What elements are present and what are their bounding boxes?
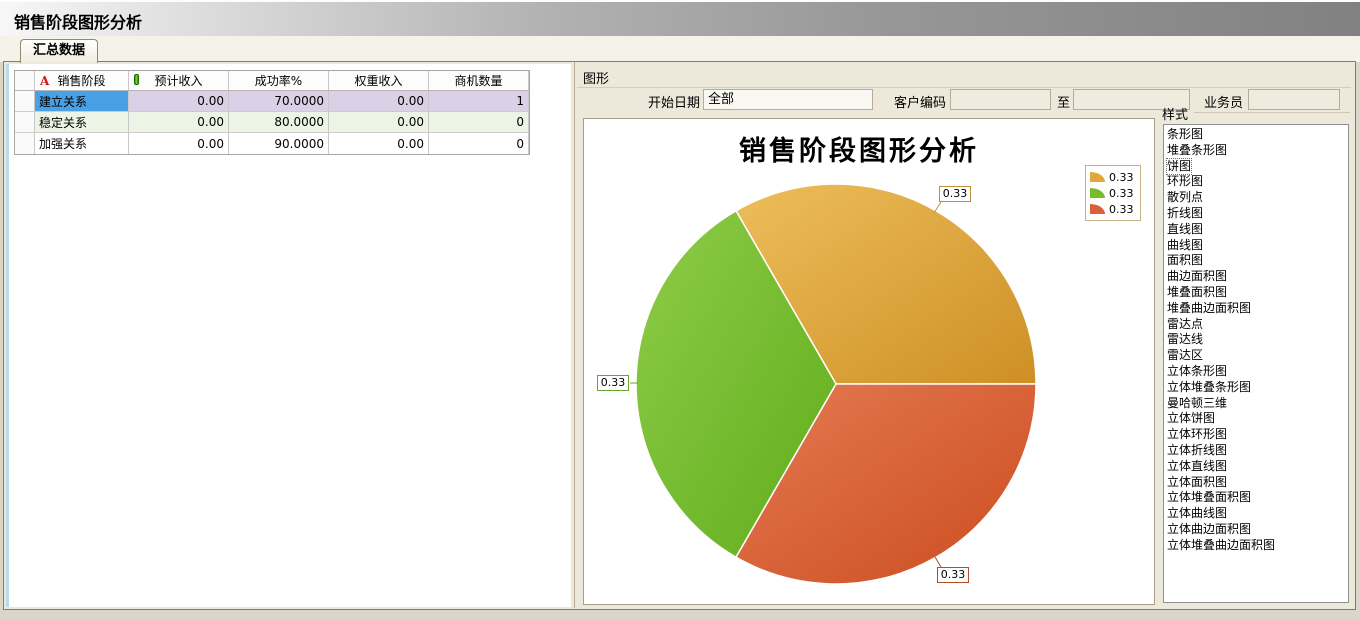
grid-header-rate-label: 成功率% <box>255 72 302 89</box>
style-item[interactable]: 折线图 <box>1165 206 1347 222</box>
summary-grid: A 销售阶段 预计收入 成功率% 权重收入 商机数量 建立关系 0.00 70.… <box>14 70 530 155</box>
style-item[interactable]: 立体堆叠曲边面积图 <box>1165 538 1347 554</box>
cell-stage[interactable]: 加强关系 <box>35 133 129 154</box>
cell-rate[interactable]: 70.0000 <box>229 91 329 111</box>
chart-area: 销售阶段图形分析 0.33 0.33 0.33 0.33 0.33 0.33 <box>583 118 1155 605</box>
grid-header-weighted-label: 权重收入 <box>354 72 402 89</box>
style-item[interactable]: 立体条形图 <box>1165 364 1347 380</box>
cell-rate[interactable]: 90.0000 <box>229 133 329 154</box>
cell-count[interactable]: 0 <box>429 133 529 154</box>
grid-header-count-label: 商机数量 <box>454 72 502 89</box>
window-title-bar: 销售阶段图形分析 <box>0 0 1360 36</box>
start-date-input[interactable]: 全部 <box>703 89 873 110</box>
style-item[interactable]: 立体堆叠条形图 <box>1165 380 1347 396</box>
cell-stage[interactable]: 建立关系 <box>35 91 129 111</box>
grid-header-expected[interactable]: 预计收入 <box>129 71 229 90</box>
tab-summary-data[interactable]: 汇总数据 <box>20 39 98 63</box>
legend-label: 0.33 <box>1109 171 1134 184</box>
page-title: 销售阶段图形分析 <box>14 9 142 33</box>
style-item[interactable]: 曲线图 <box>1165 238 1347 254</box>
style-item[interactable]: 面积图 <box>1165 253 1347 269</box>
style-item-selected[interactable]: 饼图 <box>1165 159 1347 175</box>
style-panel-title: 样式 <box>1162 104 1188 123</box>
window-bottom-edge <box>0 610 1360 619</box>
customer-code-label: 客户编码 <box>876 92 946 111</box>
legend-marker-red <box>1090 204 1105 214</box>
tab-strip: 汇总数据 <box>0 36 1360 62</box>
graph-caption-divider <box>577 87 1351 88</box>
style-item[interactable]: 立体曲线图 <box>1165 506 1347 522</box>
callout-line-red <box>935 557 941 567</box>
style-item[interactable]: 雷达线 <box>1165 332 1347 348</box>
legend-entry: 0.33 <box>1090 169 1140 185</box>
grid-header-indicator <box>15 71 35 90</box>
style-item[interactable]: 堆叠条形图 <box>1165 143 1347 159</box>
grid-header-rate[interactable]: 成功率% <box>229 71 329 90</box>
cell-count[interactable]: 1 <box>429 91 529 111</box>
row-indicator <box>15 91 35 111</box>
cell-weighted[interactable]: 0.00 <box>329 91 429 111</box>
data-label-red: 0.33 <box>937 567 969 583</box>
row-indicator <box>15 112 35 132</box>
style-item[interactable]: 曼哈顿三维 <box>1165 396 1347 412</box>
style-item[interactable]: 环形图 <box>1165 174 1347 190</box>
grid-header-stage-label: 销售阶段 <box>57 72 105 89</box>
row-indicator <box>15 133 35 154</box>
style-item[interactable]: 立体堆叠面积图 <box>1165 490 1347 506</box>
style-item[interactable]: 散列点 <box>1165 190 1347 206</box>
legend-label: 0.33 <box>1109 187 1134 200</box>
chart-title: 销售阶段图形分析 <box>634 129 1084 168</box>
filter-pill-icon <box>134 74 139 85</box>
cell-rate[interactable]: 80.0000 <box>229 112 329 132</box>
style-item[interactable]: 立体面积图 <box>1165 475 1347 491</box>
grid-header-weighted[interactable]: 权重收入 <box>329 71 429 90</box>
start-date-label: 开始日期 <box>615 92 700 111</box>
style-item[interactable]: 堆叠面积图 <box>1165 285 1347 301</box>
style-item[interactable]: 直线图 <box>1165 222 1347 238</box>
grid-header-expected-label: 预计收入 <box>154 72 202 89</box>
style-item[interactable]: 立体折线图 <box>1165 443 1347 459</box>
customer-code-input[interactable] <box>950 89 1051 110</box>
style-item[interactable]: 立体直线图 <box>1165 459 1347 475</box>
style-item[interactable]: 立体曲边面积图 <box>1165 522 1347 538</box>
table-row[interactable]: 加强关系 0.00 90.0000 0.00 0 <box>15 133 529 154</box>
style-item[interactable]: 堆叠曲边面积图 <box>1165 301 1347 317</box>
data-label-orange: 0.33 <box>939 186 971 202</box>
style-item[interactable]: 曲边面积图 <box>1165 269 1347 285</box>
to-label: 至 <box>1048 92 1070 111</box>
cell-weighted[interactable]: 0.00 <box>329 133 429 154</box>
legend-entry: 0.33 <box>1090 201 1140 217</box>
cell-count[interactable]: 0 <box>429 112 529 132</box>
style-item[interactable]: 立体环形图 <box>1165 427 1347 443</box>
style-item[interactable]: 雷达点 <box>1165 317 1347 333</box>
panel-divider <box>574 62 575 608</box>
table-row-selected[interactable]: 建立关系 0.00 70.0000 0.00 1 <box>15 91 529 112</box>
graph-panel-title: 图形 <box>583 68 609 87</box>
style-item[interactable]: 立体饼图 <box>1165 411 1347 427</box>
legend-marker-orange <box>1090 172 1105 182</box>
table-row[interactable]: 稳定关系 0.00 80.0000 0.00 0 <box>15 112 529 133</box>
legend-entry: 0.33 <box>1090 185 1140 201</box>
pie-chart <box>584 119 1156 606</box>
cell-expected[interactable]: 0.00 <box>129 133 229 154</box>
cell-expected[interactable]: 0.00 <box>129 112 229 132</box>
salesman-label: 业务员 <box>1198 92 1243 111</box>
cell-stage[interactable]: 稳定关系 <box>35 112 129 132</box>
salesman-input[interactable] <box>1248 89 1340 110</box>
style-listbox[interactable]: 条形图 堆叠条形图 饼图 环形图 散列点 折线图 直线图 曲线图 面积图 曲边面… <box>1163 124 1349 603</box>
data-label-green: 0.33 <box>597 375 629 391</box>
style-caption-divider <box>1194 112 1350 113</box>
legend-marker-green <box>1090 188 1105 198</box>
sort-a-icon: A <box>40 74 49 88</box>
cell-expected[interactable]: 0.00 <box>129 91 229 111</box>
grid-header-count[interactable]: 商机数量 <box>429 71 529 90</box>
grid-header-row: A 销售阶段 预计收入 成功率% 权重收入 商机数量 <box>15 71 529 91</box>
style-item[interactable]: 条形图 <box>1165 127 1347 143</box>
style-item[interactable]: 雷达区 <box>1165 348 1347 364</box>
left-splitter-strip[interactable] <box>6 64 9 607</box>
legend-label: 0.33 <box>1109 203 1134 216</box>
cell-weighted[interactable]: 0.00 <box>329 112 429 132</box>
grid-header-stage[interactable]: A 销售阶段 <box>35 71 129 90</box>
chart-legend: 0.33 0.33 0.33 <box>1085 165 1141 221</box>
